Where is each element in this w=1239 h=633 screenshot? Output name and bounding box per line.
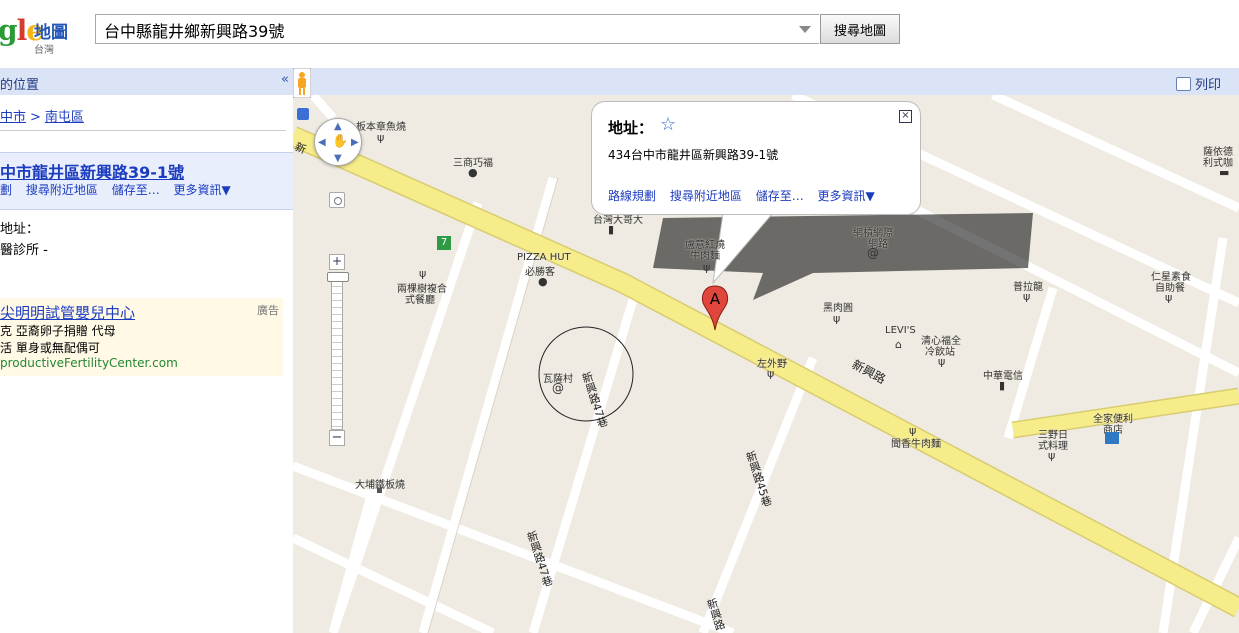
info-window: 地址： ☆ × 434台中市龍井區新興路39-1號 路線規劃 搜尋附近地區 儲存… [591, 101, 921, 215]
ad-tag: 廣告 [257, 304, 279, 317]
search-nearby-link[interactable]: 搜尋附近地區 [670, 189, 742, 203]
result-directions-link[interactable]: 劃 [0, 183, 12, 197]
search-result[interactable]: 中市龍井區新興路39-1號 劃 搜尋附近地區 儲存至… 更多資訊▼ [0, 152, 293, 210]
side-road [1003, 286, 1058, 440]
place-label[interactable]: 牛肉麵 [690, 247, 720, 262]
restaurant-icon[interactable]: ψ [938, 355, 945, 368]
restaurant-icon[interactable]: ψ [419, 267, 426, 280]
panel-title: 的位置 [0, 78, 40, 93]
directions-link[interactable]: 路線規劃 [608, 189, 656, 203]
zoom-out-button[interactable]: − [329, 430, 345, 446]
place-label[interactable]: 式餐廳 [405, 291, 435, 306]
address-label: 地址： [0, 222, 40, 237]
pegman-icon[interactable] [293, 68, 311, 98]
zoom-in-button[interactable]: + [329, 254, 345, 270]
cafe-icon[interactable]: ● [468, 166, 478, 179]
divider [0, 130, 286, 131]
close-icon[interactable]: × [899, 110, 912, 123]
zoom-reset-button[interactable] [329, 192, 345, 208]
convenience-store-icon[interactable]: 7 [437, 236, 451, 250]
marker-letter[interactable]: A [706, 290, 724, 308]
ad-url[interactable]: productiveFertilityCenter.com [0, 356, 178, 370]
search-input[interactable] [102, 16, 786, 44]
restaurant-icon[interactable]: ψ [1048, 449, 1055, 462]
zoom-slider-handle[interactable] [327, 272, 349, 282]
shopping-icon[interactable]: ⌂ [895, 338, 902, 351]
telecom-icon[interactable]: ▮ [608, 223, 614, 236]
address-value: 醫診所 - [0, 243, 48, 258]
telecom-icon[interactable]: ▮ [999, 379, 1005, 392]
map-toolbar: 列印 [293, 68, 1239, 95]
map-canvas[interactable]: A 列印 新 新興路 新興路47巷 新興路47巷 新興路45巷 新興路 板本章魚… [293, 68, 1239, 633]
result-more-info-link[interactable]: 更多資訊▼ [174, 183, 231, 197]
sponsored-ad[interactable]: 尖明明試管嬰兒中心 廣告 克 亞裔卵子捐贈 代母 活 單身或無配偶可 produ… [0, 298, 283, 376]
zoom-slider[interactable] [331, 272, 343, 430]
restaurant-icon[interactable]: ψ [703, 261, 710, 274]
print-label: 列印 [1194, 78, 1221, 93]
collapse-panel-icon[interactable]: « [281, 72, 289, 87]
info-window-address: 434台中市龍井區新興路39-1號 [608, 148, 779, 162]
star-icon[interactable]: ☆ [660, 114, 676, 135]
search-dropdown-icon[interactable] [799, 26, 811, 33]
restaurant-icon[interactable]: ψ [833, 312, 840, 325]
place-label[interactable]: LEVI'S [885, 325, 916, 336]
info-window-links: 路線規劃 搜尋附近地區 儲存至… 更多資訊▼ [608, 187, 885, 204]
print-button[interactable]: 列印 [1175, 74, 1221, 93]
pan-control[interactable]: ▲ ▼ ◀ ▶ ✋ [314, 118, 362, 166]
cafe-icon[interactable]: ● [538, 275, 548, 288]
google-maps-logo[interactable]: gle 地圖 台灣 [0, 10, 90, 56]
restaurant-icon[interactable]: ψ [767, 367, 774, 380]
restaurant-icon[interactable]: ψ [1023, 290, 1030, 303]
ad-line-1: 克 亞裔卵子捐贈 代母 [0, 324, 116, 338]
cafe-icon[interactable]: ▬ [1219, 166, 1229, 179]
internet-cafe-icon[interactable]: @ [552, 381, 564, 395]
place-label[interactable]: 聞香牛肉麵 [891, 435, 941, 450]
result-save-to-link[interactable]: 儲存至… [112, 183, 160, 197]
logo-region: 台灣 [34, 45, 54, 56]
pan-right-icon[interactable]: ▶ [351, 137, 359, 148]
restaurant-icon[interactable]: ψ [1165, 291, 1172, 304]
pan-left-icon[interactable]: ◀ [318, 137, 326, 148]
search-field[interactable] [95, 14, 819, 44]
place-marker-icon[interactable] [377, 488, 382, 493]
left-panel: 的位置 « 中市 > 南屯區 中市龍井區新興路39-1號 劃 搜尋附近地區 儲存至…… [0, 68, 294, 633]
logo-product-name: 地圖 [34, 23, 68, 43]
result-search-nearby-link[interactable]: 搜尋附近地區 [26, 183, 98, 197]
side-road [293, 533, 495, 633]
street-view-link-icon[interactable] [297, 108, 309, 120]
result-title-link[interactable]: 中市龍井區新興路39-1號 [0, 159, 184, 183]
result-links: 劃 搜尋附近地區 儲存至… 更多資訊▼ [0, 181, 241, 198]
convenience-store-icon[interactable] [1105, 432, 1119, 444]
pan-down-icon[interactable]: ▼ [334, 153, 342, 164]
search-maps-button[interactable]: 搜尋地圖 [820, 14, 900, 44]
pan-up-icon[interactable]: ▲ [334, 121, 342, 132]
breadcrumb-separator: > [30, 110, 41, 125]
breadcrumb-city[interactable]: 中市 [0, 110, 26, 125]
ad-title-link[interactable]: 尖明明試管嬰兒中心 [0, 302, 135, 323]
info-window-title: 地址： [608, 119, 654, 137]
breadcrumb-district[interactable]: 南屯區 [45, 110, 84, 125]
internet-cafe-icon[interactable]: @ [867, 246, 879, 260]
restaurant-icon[interactable]: ψ [909, 424, 916, 437]
restaurant-icon[interactable]: ψ [377, 131, 384, 144]
more-info-link[interactable]: 更多資訊▼ [818, 189, 875, 203]
save-to-link[interactable]: 儲存至… [756, 189, 804, 203]
left-panel-header: 的位置 « [0, 68, 293, 95]
printer-icon [1175, 77, 1191, 91]
breadcrumb: 中市 > 南屯區 [0, 106, 84, 125]
hand-icon: ✋ [332, 134, 349, 149]
ad-line-2: 活 單身或無配偶可 [0, 341, 100, 355]
side-road [309, 92, 337, 121]
place-label[interactable]: PIZZA HUT [517, 252, 571, 263]
